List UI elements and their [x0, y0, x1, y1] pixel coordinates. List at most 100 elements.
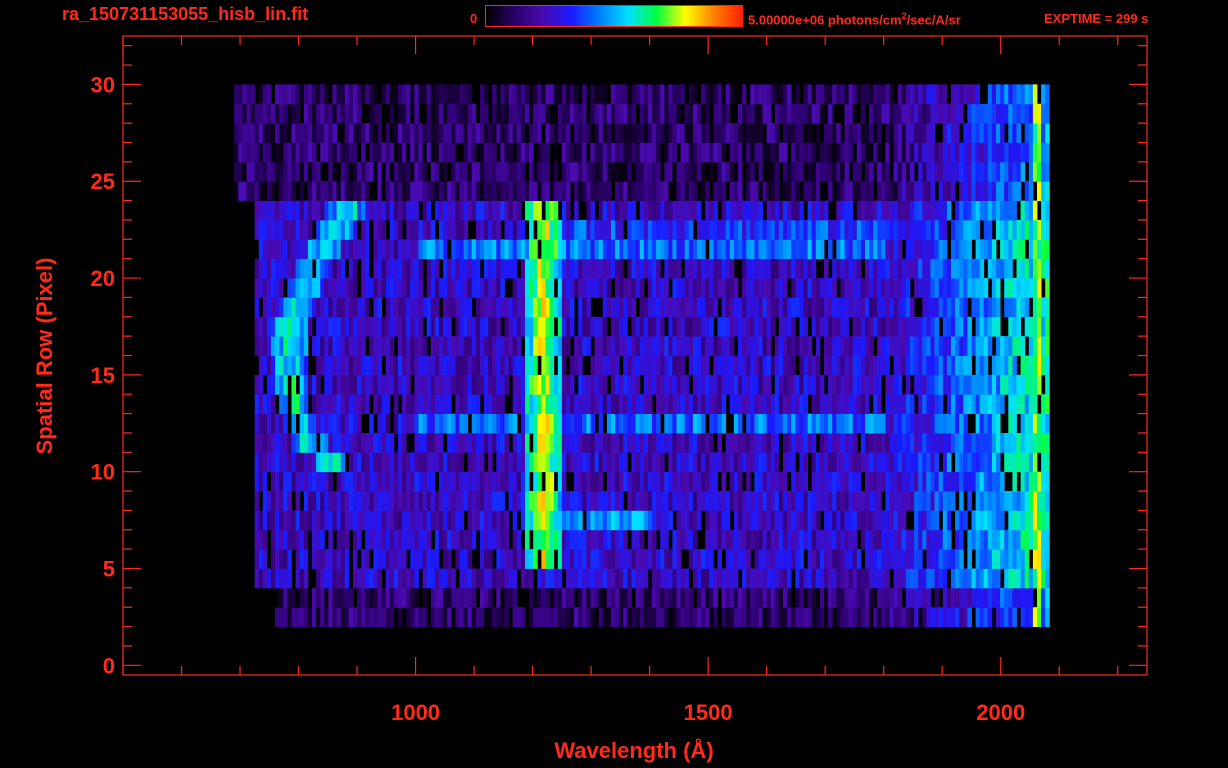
heatmap-cell	[475, 181, 481, 201]
heatmap-cell	[828, 433, 833, 453]
heatmap-cell	[533, 297, 538, 318]
heatmap-cell	[889, 336, 894, 356]
heatmap-cell	[852, 220, 858, 240]
heatmap-cell	[1032, 394, 1038, 414]
heatmap-cell	[828, 471, 833, 492]
heatmap-cell	[582, 84, 587, 105]
heatmap-cell	[443, 258, 448, 279]
heatmap-cell	[697, 452, 702, 473]
heatmap-cell	[672, 316, 677, 337]
heatmap-cell	[758, 452, 763, 473]
heatmap-cell	[488, 491, 493, 511]
heatmap-cell	[451, 181, 456, 201]
heatmap-cell	[713, 181, 718, 201]
heatmap-cell	[770, 278, 776, 298]
heatmap-cell	[1032, 355, 1038, 376]
heatmap-cell	[373, 103, 378, 124]
heatmap-cell	[353, 510, 358, 531]
heatmap-cell	[983, 433, 989, 453]
heatmap-cell	[455, 549, 460, 569]
heatmap-cell	[733, 239, 739, 260]
heatmap-cell	[590, 181, 595, 201]
heatmap-cell	[676, 355, 681, 376]
heatmap-cell	[742, 355, 747, 376]
heatmap-cell	[623, 161, 628, 182]
heatmap-cell	[975, 336, 981, 356]
heatmap-cell	[983, 355, 989, 376]
heatmap-cell	[606, 587, 612, 608]
heatmap-cell	[287, 278, 292, 298]
heatmap-cell	[512, 84, 518, 105]
heatmap-cell	[938, 433, 944, 453]
heatmap-cell	[479, 200, 485, 221]
heatmap-cell	[578, 471, 583, 492]
heatmap-cell	[426, 607, 432, 627]
heatmap-cell	[811, 258, 817, 279]
heatmap-cell	[778, 491, 784, 511]
heatmap-cell	[619, 278, 624, 298]
heatmap-cell	[467, 452, 473, 473]
heatmap-cell	[791, 278, 796, 298]
heatmap-cell	[414, 452, 419, 473]
heatmap-cell	[905, 336, 911, 356]
heatmap-cell	[574, 142, 579, 163]
heatmap-cell	[508, 84, 514, 105]
heatmap-cell	[279, 413, 284, 434]
heatmap-cell	[840, 142, 845, 163]
heatmap-cell	[598, 142, 604, 163]
heatmap-cell	[660, 336, 665, 356]
heatmap-cell	[590, 433, 595, 453]
heatmap-cell	[594, 452, 600, 473]
heatmap-cell	[377, 549, 382, 569]
heatmap-cell	[901, 355, 907, 376]
heatmap-cell	[389, 181, 395, 201]
heatmap-cell	[332, 587, 337, 608]
heatmap-cell	[729, 123, 735, 143]
heatmap-cell	[1041, 568, 1046, 589]
heatmap-cell	[733, 549, 739, 569]
heatmap-cell	[750, 84, 755, 105]
heatmap-cell	[410, 471, 415, 492]
heatmap-cell	[901, 491, 907, 511]
heatmap-cell	[365, 297, 370, 318]
heatmap-cell	[295, 316, 301, 337]
heatmap-cell	[504, 181, 509, 201]
heatmap-cell	[754, 336, 759, 356]
heatmap-cell	[938, 355, 944, 376]
heatmap-cell	[1032, 200, 1038, 221]
heatmap-cell	[504, 529, 509, 550]
heatmap-cell	[971, 529, 976, 550]
heatmap-cell	[963, 568, 968, 589]
heatmap-cell	[254, 258, 260, 279]
heatmap-cell	[582, 587, 587, 608]
heatmap-cell	[639, 471, 645, 492]
heatmap-cell	[443, 529, 448, 550]
heatmap-cell	[905, 529, 911, 550]
heatmap-cell	[951, 142, 956, 163]
heatmap-cell	[877, 394, 882, 414]
heatmap-cell	[287, 84, 292, 105]
heatmap-cell	[566, 413, 571, 434]
heatmap-cell	[914, 471, 919, 492]
heatmap-cell	[303, 103, 309, 124]
heatmap-cell	[590, 413, 595, 434]
heatmap-cell	[328, 549, 333, 569]
heatmap-cell	[672, 336, 677, 356]
heatmap-cell	[1028, 181, 1034, 201]
heatmap-cell	[1016, 142, 1021, 163]
heatmap-cell	[856, 316, 862, 337]
heatmap-cell	[930, 123, 935, 143]
heatmap-cell	[467, 123, 473, 143]
heatmap-cell	[238, 84, 243, 105]
heatmap-cell	[754, 278, 759, 298]
heatmap-cell	[508, 297, 514, 318]
heatmap-cell	[455, 355, 460, 376]
heatmap-cell	[570, 220, 575, 240]
heatmap-cell	[443, 491, 448, 511]
heatmap-cell	[893, 510, 899, 531]
heatmap-cell	[938, 549, 944, 569]
heatmap-cell	[348, 491, 354, 511]
heatmap-cell	[918, 181, 923, 201]
heatmap-cell	[582, 394, 587, 414]
heatmap-cell	[938, 258, 944, 279]
